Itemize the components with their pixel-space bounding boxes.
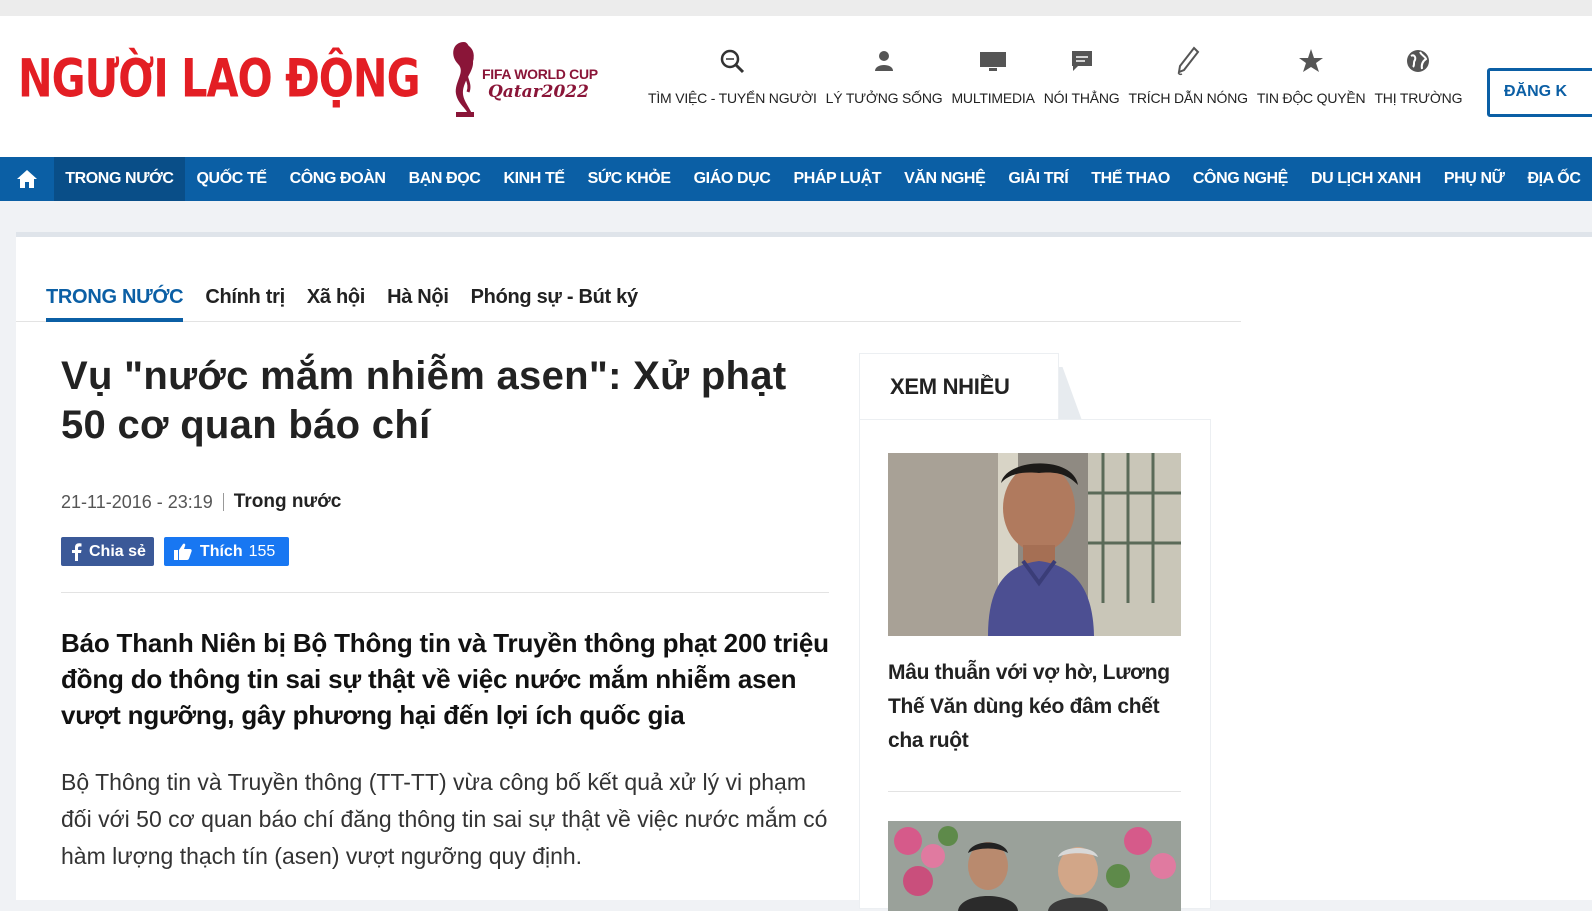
most-viewed-headline[interactable]: Mâu thuẫn với vợ hờ, Lương Thế Văn dùng …	[888, 656, 1188, 758]
site-logo[interactable]: NGƯỜI LAO ĐỘNG	[18, 46, 421, 109]
nav-item-quoc-te[interactable]: QUỐC TẾ	[185, 157, 278, 201]
facebook-icon	[72, 542, 82, 561]
browser-top-strip	[0, 0, 1592, 16]
nav-item-dia-oc[interactable]: ĐỊA ỐC	[1516, 157, 1592, 201]
fifa-world-cup-logo[interactable]: FIFA WORLD CUP Qatar2022	[446, 38, 616, 118]
nav-item-phu-nu[interactable]: PHỤ NỮ	[1432, 157, 1516, 201]
facebook-like-button[interactable]: Thích 155	[163, 537, 290, 566]
subnav-item-xa-hoi[interactable]: Xã hội	[307, 280, 366, 322]
nav-item-du-lich-xanh[interactable]: DU LỊCH XANH	[1299, 157, 1432, 201]
most-viewed-thumbnail[interactable]	[888, 453, 1181, 636]
article-date: 21-11-2016 - 23:19	[61, 491, 213, 512]
home-button[interactable]	[0, 157, 54, 201]
quicklink-label: TÌM VIỆC - TUYỂN NGƯỜI	[648, 90, 817, 106]
share-label: Chia sẻ	[89, 542, 146, 560]
article-title: Vụ "nước mắm nhiễm asen": Xử phạt 50 cơ …	[61, 354, 787, 447]
home-icon	[16, 170, 37, 188]
quicklink-label: LÝ TƯỞNG SỐNG	[825, 90, 943, 106]
article-divider	[61, 592, 829, 593]
article-body-paragraph: Bộ Thông tin và Truyền thông (TT-TT) vừa…	[61, 769, 828, 869]
nav-item-giai-tri[interactable]: GIẢI TRÍ	[997, 157, 1080, 201]
quicklink-noi-thang[interactable]: NÓI THẲNG	[1044, 46, 1120, 116]
like-label: Thích	[199, 542, 243, 560]
thumbnail-photo	[888, 453, 1181, 636]
quicklink-label: TRÍCH DẪN NÓNG	[1128, 90, 1249, 106]
quicklink-thi-truong[interactable]: THỊ TRƯỜNG	[1374, 46, 1462, 116]
article-category-link[interactable]: Trong nước	[234, 491, 342, 513]
quicklink-label: MULTIMEDIA	[951, 90, 1035, 106]
fifa-line-2: Qatar2022	[488, 82, 589, 102]
quicklink-tin-doc-quyen[interactable]: TIN ĐỘC QUYỀN	[1257, 46, 1366, 116]
article-meta: 21-11-2016 - 23:19 Trong nước	[61, 491, 341, 513]
quick-links: TÌM VIỆC - TUYỂN NGƯỜI LÝ TƯỞNG SỐNG MUL…	[648, 46, 1471, 116]
quicklink-label: TIN ĐỘC QUYỀN	[1256, 90, 1366, 106]
nav-item-ban-doc[interactable]: BẠN ĐỌC	[397, 157, 492, 201]
quicklink-multimedia[interactable]: MULTIMEDIA	[951, 46, 1035, 116]
share-row: Chia sẻ Thích 155	[61, 537, 290, 566]
fifa-line-1: FIFA WORLD CUP	[482, 66, 598, 82]
register-button[interactable]: ĐĂNG K	[1487, 68, 1592, 117]
nav-item-van-nghe[interactable]: VĂN NGHỆ	[893, 157, 997, 201]
person-icon	[869, 46, 899, 76]
thumbnail-photo-2	[888, 821, 1181, 911]
star-icon	[1296, 46, 1326, 76]
nav-item-cong-doan[interactable]: CÔNG ĐOÀN	[278, 157, 397, 201]
subnav-item-ha-noi[interactable]: Hà Nội	[387, 280, 449, 322]
thumbs-up-icon	[173, 543, 192, 560]
quicklink-tim-viec[interactable]: TÌM VIỆC - TUYỂN NGƯỜI	[648, 46, 817, 116]
search-icon	[717, 46, 747, 76]
nav-item-cong-nghe[interactable]: CÔNG NGHỆ	[1181, 157, 1299, 201]
most-viewed-thumbnail-2[interactable]	[888, 821, 1181, 911]
monitor-icon	[978, 46, 1008, 76]
subnav-item-trong-nuoc[interactable]: TRONG NƯỚC	[46, 280, 184, 322]
site-header: NGƯỜI LAO ĐỘNG FIFA WORLD CUP Qatar2022 …	[0, 16, 1592, 157]
nav-item-giao-duc[interactable]: GIÁO DỤC	[682, 157, 782, 201]
chat-icon	[1067, 46, 1097, 76]
most-viewed-title: XEM NHIỀU	[890, 374, 1010, 399]
world-cup-emblem-icon	[453, 42, 474, 117]
quicklink-ly-tuong-song[interactable]: LÝ TƯỞNG SỐNG	[826, 46, 943, 116]
quicklink-label: NÓI THẲNG	[1043, 90, 1120, 106]
site-logo-text: NGƯỜI LAO ĐỘNG	[18, 47, 421, 110]
quicklink-trich-dan-nong[interactable]: TRÍCH DẪN NÓNG	[1129, 46, 1248, 116]
nav-item-kinh-te[interactable]: KINH TẾ	[492, 157, 576, 201]
nav-item-suc-khoe[interactable]: SỨC KHỎE	[576, 157, 682, 201]
subnav-item-phong-su[interactable]: Phóng sự - Bút ký	[471, 280, 638, 322]
pen-icon	[1173, 46, 1203, 76]
globe-icon	[1403, 46, 1433, 76]
nav-item-phap-luat[interactable]: PHÁP LUẬT	[782, 157, 893, 201]
meta-separator	[222, 493, 224, 511]
sub-nav: TRONG NƯỚC Chính trị Xã hội Hà Nội Phóng…	[16, 280, 1241, 322]
article-lead: Báo Thanh Niên bị Bộ Thông tin và Truyền…	[61, 628, 829, 730]
quicklink-label: THỊ TRƯỜNG	[1374, 90, 1463, 106]
facebook-share-button[interactable]: Chia sẻ	[61, 537, 154, 566]
subnav-item-chinh-tri[interactable]: Chính trị	[205, 280, 285, 322]
nav-item-the-thao[interactable]: THỂ THAO	[1080, 157, 1182, 201]
sidebar-divider	[888, 791, 1181, 792]
like-count: 155	[248, 542, 276, 560]
article-card: TRONG NƯỚC Chính trị Xã hội Hà Nội Phóng…	[16, 232, 1592, 911]
main-nav: TRONG NƯỚC QUỐC TẾ CÔNG ĐOÀN BẠN ĐỌC KIN…	[0, 157, 1592, 201]
nav-item-trong-nuoc[interactable]: TRONG NƯỚC	[53, 157, 185, 201]
